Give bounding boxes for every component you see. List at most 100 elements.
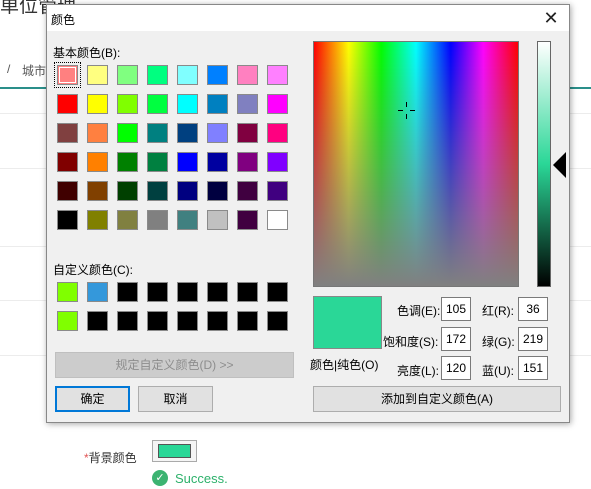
basic-color-swatch[interactable] xyxy=(117,152,138,172)
basic-color-swatch[interactable] xyxy=(57,152,78,172)
basic-color-swatch[interactable] xyxy=(237,65,258,85)
basic-color-swatch[interactable] xyxy=(267,181,288,201)
basic-color-swatch[interactable] xyxy=(177,210,198,230)
custom-color-swatch[interactable] xyxy=(207,282,228,302)
background-color-picker-button[interactable] xyxy=(152,440,197,462)
custom-color-swatch[interactable] xyxy=(237,311,258,331)
basic-color-swatch[interactable] xyxy=(57,210,78,230)
custom-color-swatch[interactable] xyxy=(87,282,108,302)
field-label-text: 背景颜色 xyxy=(88,451,137,465)
basic-color-swatch[interactable] xyxy=(177,123,198,143)
basic-color-swatch[interactable] xyxy=(177,181,198,201)
basic-color-swatch[interactable] xyxy=(237,94,258,114)
dialog-title: 颜色 xyxy=(51,13,76,27)
basic-color-swatch[interactable] xyxy=(207,181,228,201)
custom-color-swatch[interactable] xyxy=(147,311,168,331)
crosshair-icon[interactable] xyxy=(398,102,415,119)
basic-color-swatch[interactable] xyxy=(177,94,198,114)
basic-color-swatch[interactable] xyxy=(87,123,108,143)
basic-color-swatch[interactable] xyxy=(147,152,168,172)
basic-color-swatch[interactable] xyxy=(207,65,228,85)
basic-color-swatch[interactable] xyxy=(267,210,288,230)
basic-color-swatch[interactable] xyxy=(54,62,81,88)
dialog-titlebar[interactable]: 颜色 ✕ xyxy=(47,5,569,31)
basic-color-swatch[interactable] xyxy=(207,123,228,143)
luminance-input[interactable]: 120 xyxy=(441,356,471,380)
basic-color-swatch[interactable] xyxy=(117,94,138,114)
basic-color-swatch[interactable] xyxy=(87,152,108,172)
custom-color-swatch[interactable] xyxy=(207,311,228,331)
custom-color-swatch[interactable] xyxy=(117,311,138,331)
custom-color-swatch[interactable] xyxy=(267,282,288,302)
hue-input[interactable]: 105 xyxy=(441,297,471,321)
custom-color-swatch[interactable] xyxy=(237,282,258,302)
custom-color-swatch[interactable] xyxy=(57,282,78,302)
basic-color-swatch[interactable] xyxy=(57,123,78,143)
breadcrumb-item[interactable]: 城市 xyxy=(22,62,46,79)
custom-color-swatch[interactable] xyxy=(87,311,108,331)
basic-color-swatch[interactable] xyxy=(267,123,288,143)
basic-color-swatch[interactable] xyxy=(237,152,258,172)
basic-color-swatch[interactable] xyxy=(147,123,168,143)
color-solid-label: 颜色|纯色(O) xyxy=(310,358,379,372)
basic-color-swatch[interactable] xyxy=(207,210,228,230)
blue-label: 蓝(U): xyxy=(482,364,514,378)
custom-color-swatch[interactable] xyxy=(117,282,138,302)
basic-color-swatch[interactable] xyxy=(177,65,198,85)
add-to-custom-colors-button[interactable]: 添加到自定义颜色(A) xyxy=(313,386,561,412)
basic-color-swatch[interactable] xyxy=(267,65,288,85)
success-message: ✓ Success. xyxy=(152,470,228,486)
basic-color-swatch[interactable] xyxy=(267,152,288,172)
ok-button[interactable]: 确定 xyxy=(55,386,130,412)
red-label: 红(R): xyxy=(482,304,514,318)
custom-color-swatch[interactable] xyxy=(267,311,288,331)
basic-color-swatch[interactable] xyxy=(57,94,78,114)
basic-color-swatch[interactable] xyxy=(237,210,258,230)
basic-color-swatch[interactable] xyxy=(117,65,138,85)
define-custom-colors-button[interactable]: 规定自定义颜色(D) >> xyxy=(55,352,294,378)
breadcrumb-separator: / xyxy=(7,62,11,76)
cancel-button[interactable]: 取消 xyxy=(138,386,213,412)
background-color-label: *背景颜色 xyxy=(84,449,137,466)
basic-color-swatch[interactable] xyxy=(87,94,108,114)
custom-color-swatch[interactable] xyxy=(177,282,198,302)
basic-color-swatch[interactable] xyxy=(237,123,258,143)
basic-color-swatch[interactable] xyxy=(117,181,138,201)
basic-color-swatch[interactable] xyxy=(147,94,168,114)
custom-colors-label: 自定义颜色(C): xyxy=(53,263,133,277)
saturation-input[interactable]: 172 xyxy=(441,327,471,351)
luminance-arrow-icon[interactable] xyxy=(553,152,566,178)
basic-color-swatch[interactable] xyxy=(207,94,228,114)
custom-color-swatch[interactable] xyxy=(147,282,168,302)
color-dialog: 颜色 ✕ 基本颜色(B): 自定义颜色(C): 规定自定义颜色(D) >> 确定… xyxy=(46,4,570,423)
basic-color-swatch[interactable] xyxy=(87,181,108,201)
luminance-label: 亮度(L): xyxy=(397,364,440,378)
green-input[interactable]: 219 xyxy=(518,327,548,351)
basic-color-swatch[interactable] xyxy=(237,181,258,201)
hue-label: 色调(E): xyxy=(397,304,441,318)
color-spectrum[interactable] xyxy=(313,41,519,287)
check-circle-icon: ✓ xyxy=(152,470,168,486)
luminance-slider[interactable] xyxy=(537,41,551,287)
basic-color-swatch[interactable] xyxy=(117,210,138,230)
basic-color-swatch[interactable] xyxy=(147,210,168,230)
blue-input[interactable]: 151 xyxy=(518,356,548,380)
basic-color-swatch[interactable] xyxy=(267,94,288,114)
basic-color-swatch[interactable] xyxy=(87,210,108,230)
basic-color-swatch[interactable] xyxy=(57,181,78,201)
color-swatch xyxy=(158,444,191,458)
basic-color-swatch[interactable] xyxy=(147,181,168,201)
basic-color-swatch[interactable] xyxy=(207,152,228,172)
close-icon[interactable]: ✕ xyxy=(539,6,563,30)
red-input[interactable]: 36 xyxy=(518,297,548,321)
saturation-gradient xyxy=(314,42,518,286)
green-label: 绿(G): xyxy=(482,335,515,349)
basic-color-swatch[interactable] xyxy=(147,65,168,85)
basic-color-swatch[interactable] xyxy=(87,65,108,85)
color-preview xyxy=(313,296,382,349)
basic-color-swatch[interactable] xyxy=(177,152,198,172)
custom-color-swatch[interactable] xyxy=(57,311,78,331)
basic-color-swatch[interactable] xyxy=(117,123,138,143)
success-text: Success. xyxy=(175,470,228,486)
custom-color-swatch[interactable] xyxy=(177,311,198,331)
